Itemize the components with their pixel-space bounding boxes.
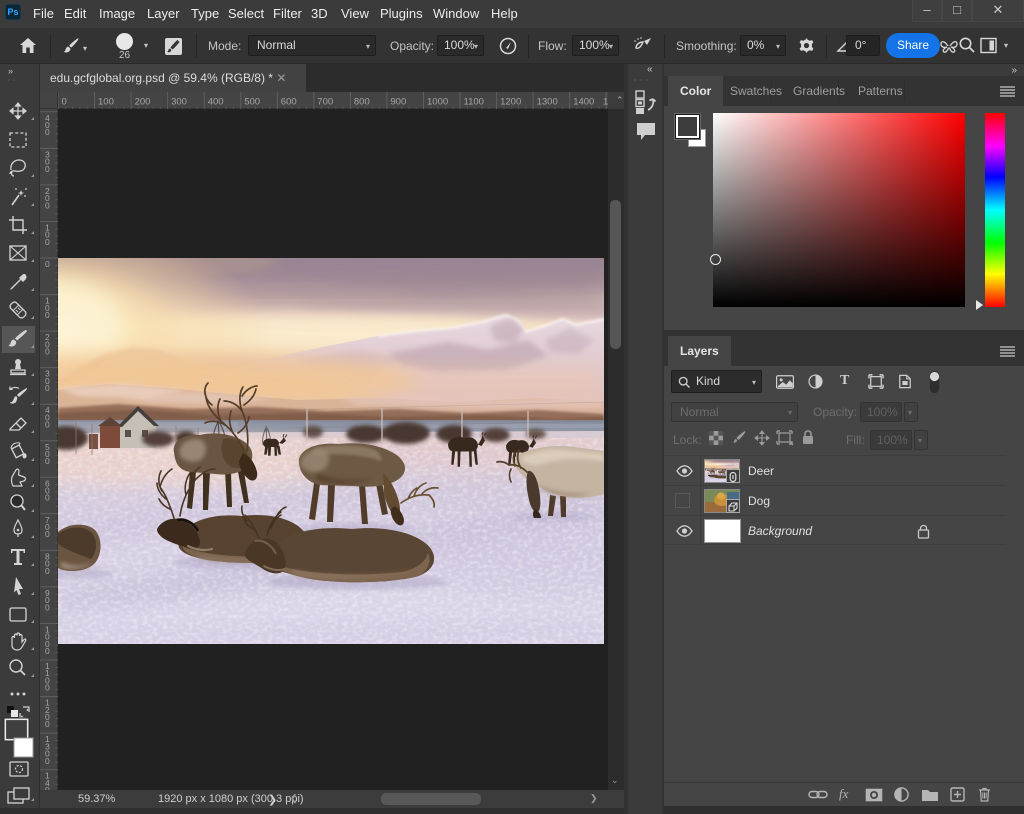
svg-text:1300: 1300	[537, 97, 558, 108]
svg-text:0: 0	[45, 383, 50, 393]
svg-text:0: 0	[45, 646, 50, 656]
svg-text:0: 0	[45, 310, 50, 320]
svg-text:600: 600	[281, 97, 297, 108]
svg-text:0: 0	[62, 97, 67, 108]
svg-text:0: 0	[45, 566, 50, 576]
svg-text:0: 0	[45, 347, 50, 357]
svg-text:0: 0	[45, 602, 50, 612]
svg-text:500: 500	[244, 97, 260, 108]
svg-text:300: 300	[171, 97, 187, 108]
svg-text:0: 0	[45, 127, 50, 137]
svg-text:0: 0	[45, 456, 50, 466]
svg-text:800: 800	[354, 97, 370, 108]
svg-text:15: 15	[603, 97, 608, 108]
svg-text:0: 0	[45, 200, 50, 210]
svg-text:1400: 1400	[573, 97, 594, 108]
svg-text:100: 100	[98, 97, 114, 108]
svg-text:1000: 1000	[427, 97, 448, 108]
svg-text:0: 0	[45, 493, 50, 503]
svg-text:0: 0	[45, 529, 50, 539]
svg-text:0: 0	[45, 420, 50, 430]
svg-text:0: 0	[45, 756, 50, 766]
svg-text:0: 0	[45, 259, 50, 269]
svg-text:1100: 1100	[464, 97, 484, 108]
svg-text:200: 200	[135, 97, 151, 108]
svg-text:700: 700	[317, 97, 333, 108]
svg-text:400: 400	[208, 97, 224, 108]
svg-text:1200: 1200	[500, 97, 521, 108]
svg-text:0: 0	[45, 237, 50, 247]
svg-text:0: 0	[45, 683, 50, 693]
svg-text:0: 0	[45, 164, 50, 174]
svg-text:0: 0	[45, 719, 50, 729]
svg-text:900: 900	[390, 97, 406, 108]
